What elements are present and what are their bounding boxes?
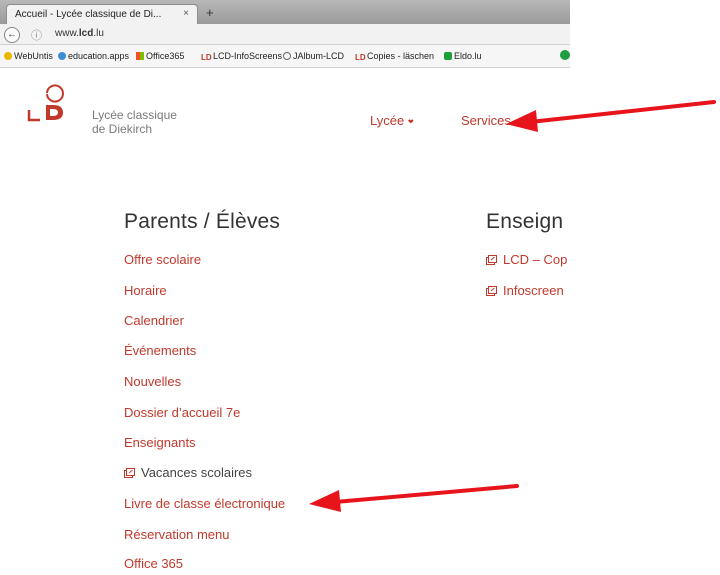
bookmark-label: LCD-InfoScreens [213, 51, 283, 61]
bookmarks-bar: WebUntis education.apps Office365 LDLCD-… [0, 45, 570, 68]
url-domain: lcd [78, 28, 94, 39]
link-nouvelles[interactable]: Nouvelles [124, 374, 181, 389]
link-dossier-accueil[interactable]: Dossier d’accueil 7e [124, 405, 240, 420]
bookmark-webuntis[interactable]: WebUntis [4, 51, 53, 61]
school-name-line2: de Diekirch [92, 122, 153, 136]
site-info-icon[interactable]: ⓘ [31, 27, 42, 43]
browser-tab[interactable]: Accueil - Lycée classique de Di... × [6, 4, 198, 24]
bookmark-label: WebUntis [14, 51, 53, 61]
tab-title: Accueil - Lycée classique de Di... [15, 9, 162, 20]
url-field[interactable]: www.lcd.lu [55, 28, 104, 39]
link-lcd-copies-label: LCD – Cop [503, 252, 568, 267]
link-lcd-copies[interactable]: LCD – Cop [486, 252, 570, 267]
link-infoscreen-label: Infoscreen [503, 283, 564, 298]
link-vacances-scolaires[interactable]: Vacances scolaires [124, 465, 252, 480]
link-infoscreen[interactable]: Infoscreen [486, 283, 570, 298]
tab-bar: Accueil - Lycée classique de Di... × + [0, 0, 570, 24]
col2-heading: Enseign [486, 210, 564, 233]
office-icon [136, 52, 144, 60]
school-name-line1: Lycée classique [92, 108, 177, 122]
lcd-icon: LD [355, 53, 366, 62]
new-tab-icon[interactable]: + [206, 5, 214, 20]
address-bar: ← ⓘ www.lcd.lu [0, 24, 570, 45]
webuntis-icon [4, 52, 12, 60]
heart-caret-icon: ❤ [407, 119, 414, 126]
bookmark-label: JAlbum-LCD [293, 51, 345, 61]
bookmark-office365[interactable]: Office365 [136, 51, 184, 61]
bookmark-label: Eldo.lu [454, 51, 482, 61]
bookmark-eldo[interactable]: Eldo.lu [444, 51, 482, 61]
livre-de-classe-arrow [309, 484, 519, 512]
back-arrow-icon[interactable]: ← [4, 27, 20, 43]
jalbum-icon [283, 52, 291, 60]
external-link-icon [124, 468, 135, 478]
link-office-365[interactable]: Office 365 [124, 556, 183, 571]
green-circle-icon [560, 50, 570, 60]
services-arrow [506, 100, 716, 132]
lcd-logo[interactable] [27, 82, 87, 122]
external-link-icon [486, 255, 497, 265]
link-horaire[interactable]: Horaire [124, 283, 167, 298]
nav-lycee[interactable]: Lycée ❤ [370, 113, 414, 128]
bookmark-lcd-infoscreens[interactable]: LDLCD-InfoScreens [201, 51, 283, 62]
link-vacances-label: Vacances scolaires [141, 465, 253, 480]
link-calendrier[interactable]: Calendrier [124, 313, 184, 328]
nav-lycee-label: Lycée [370, 113, 405, 128]
tab-close-icon[interactable]: × [183, 8, 189, 19]
bookmark-label: Office365 [146, 51, 185, 61]
bookmark-label: education.apps [68, 51, 130, 61]
bookmark-label: Copies - läschen [367, 51, 435, 61]
link-enseignants[interactable]: Enseignants [124, 435, 196, 450]
col1-heading: Parents / Élèves [124, 210, 281, 233]
link-livre-de-classe[interactable]: Livre de classe électronique [124, 496, 285, 511]
link-reservation-menu[interactable]: Réservation menu [124, 527, 230, 542]
link-offre-scolaire[interactable]: Offre scolaire [124, 252, 201, 267]
url-prefix: www. [55, 28, 79, 39]
url-suffix: .lu [93, 28, 104, 39]
bookmark-education-apps[interactable]: education.apps [58, 51, 129, 61]
bookmark-overflow-icon[interactable] [560, 50, 572, 61]
external-link-icon [486, 286, 497, 296]
school-name[interactable]: Lycée classique de Diekirch [92, 108, 177, 136]
education-icon [58, 52, 66, 60]
browser-chrome: Accueil - Lycée classique de Di... × + ←… [0, 0, 570, 90]
link-evenements[interactable]: Événements [124, 343, 196, 358]
bookmark-copies[interactable]: LDCopies - läschen [355, 51, 435, 62]
lcd-icon: LD [201, 53, 212, 62]
eldo-icon [444, 52, 452, 60]
bookmark-jalbum[interactable]: JAlbum-LCD [283, 51, 344, 61]
